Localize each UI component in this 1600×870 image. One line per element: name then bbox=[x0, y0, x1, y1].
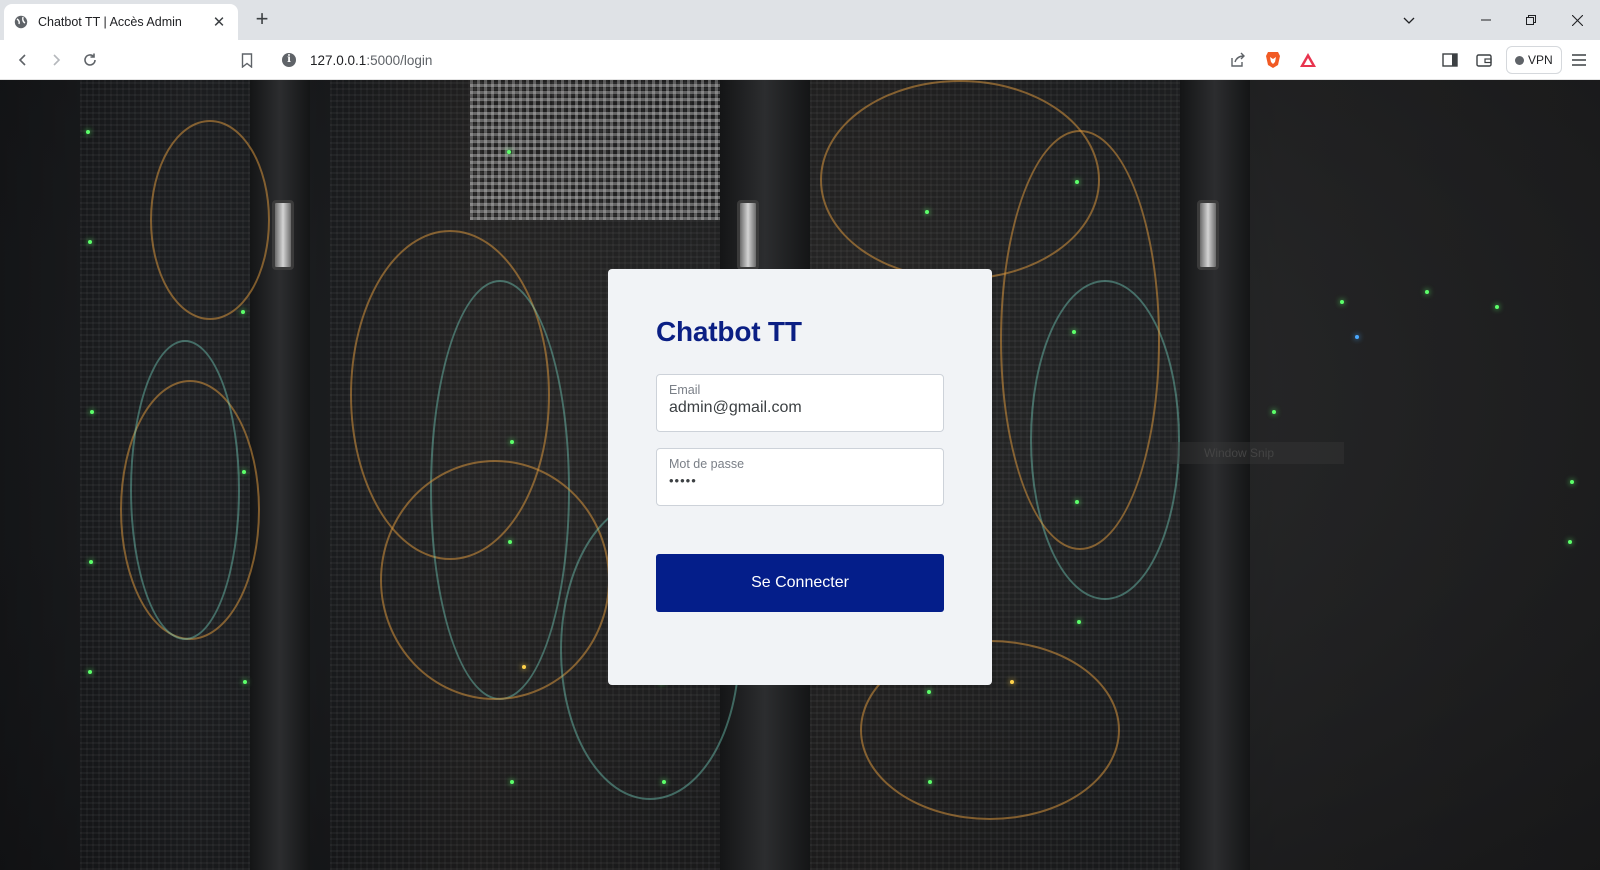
share-icon[interactable] bbox=[1226, 48, 1250, 72]
close-window-button[interactable] bbox=[1554, 0, 1600, 40]
vpn-label: VPN bbox=[1528, 53, 1553, 67]
tab-search-icon[interactable] bbox=[1386, 0, 1432, 40]
close-tab-icon[interactable]: ✕ bbox=[210, 13, 228, 31]
window-snip-overlay: Window Snip bbox=[1172, 442, 1344, 464]
tab-strip: Chatbot TT | Accès Admin ✕ + bbox=[0, 0, 1600, 40]
back-button[interactable] bbox=[11, 48, 35, 72]
rack-post bbox=[1180, 80, 1250, 870]
site-info-icon[interactable]: i bbox=[282, 53, 296, 67]
cable-decoration bbox=[150, 120, 270, 320]
password-input[interactable] bbox=[669, 473, 931, 488]
brave-shield-icon[interactable] bbox=[1261, 48, 1285, 72]
password-label: Mot de passe bbox=[669, 457, 745, 471]
menu-icon[interactable] bbox=[1567, 48, 1591, 72]
cable-decoration bbox=[1000, 130, 1160, 550]
restore-button[interactable] bbox=[1508, 0, 1554, 40]
sidebar-icon[interactable] bbox=[1438, 48, 1462, 72]
tab-title: Chatbot TT | Accès Admin bbox=[38, 15, 182, 29]
reload-button[interactable] bbox=[78, 48, 102, 72]
vpn-button[interactable]: VPN bbox=[1506, 46, 1562, 74]
minimize-button[interactable] bbox=[1463, 0, 1509, 40]
browser-tab[interactable]: Chatbot TT | Accès Admin ✕ bbox=[4, 4, 238, 40]
page-title: Chatbot TT bbox=[656, 316, 802, 347]
password-field[interactable]: Mot de passe bbox=[656, 448, 944, 506]
forward-button[interactable] bbox=[44, 48, 68, 72]
rack-handle bbox=[1197, 200, 1219, 270]
url-text: 127.0.0.1:5000/login bbox=[310, 52, 433, 68]
vpn-status-icon bbox=[1515, 55, 1524, 65]
address-bar[interactable]: i 127.0.0.1:5000/login bbox=[272, 45, 1326, 75]
new-tab-button[interactable]: + bbox=[250, 8, 274, 32]
globe-icon bbox=[14, 15, 28, 29]
login-button[interactable]: Se Connecter bbox=[656, 554, 944, 612]
email-field[interactable]: Email bbox=[656, 374, 944, 432]
page-background: Window Snip Chatbot TT Email Mot de pass… bbox=[0, 80, 1600, 870]
email-label: Email bbox=[669, 383, 701, 397]
brave-rewards-icon[interactable] bbox=[1296, 48, 1320, 72]
rack-handle bbox=[737, 200, 759, 270]
bookmark-icon[interactable] bbox=[235, 48, 259, 72]
browser-toolbar: i 127.0.0.1:5000/login 1 VPN bbox=[0, 40, 1600, 98]
rack-handle bbox=[272, 200, 294, 270]
cable-decoration bbox=[130, 340, 240, 640]
wallet-icon[interactable] bbox=[1472, 48, 1496, 72]
email-input[interactable] bbox=[669, 399, 931, 417]
login-card: Chatbot TT Email Mot de passe Se Connect… bbox=[608, 269, 992, 685]
